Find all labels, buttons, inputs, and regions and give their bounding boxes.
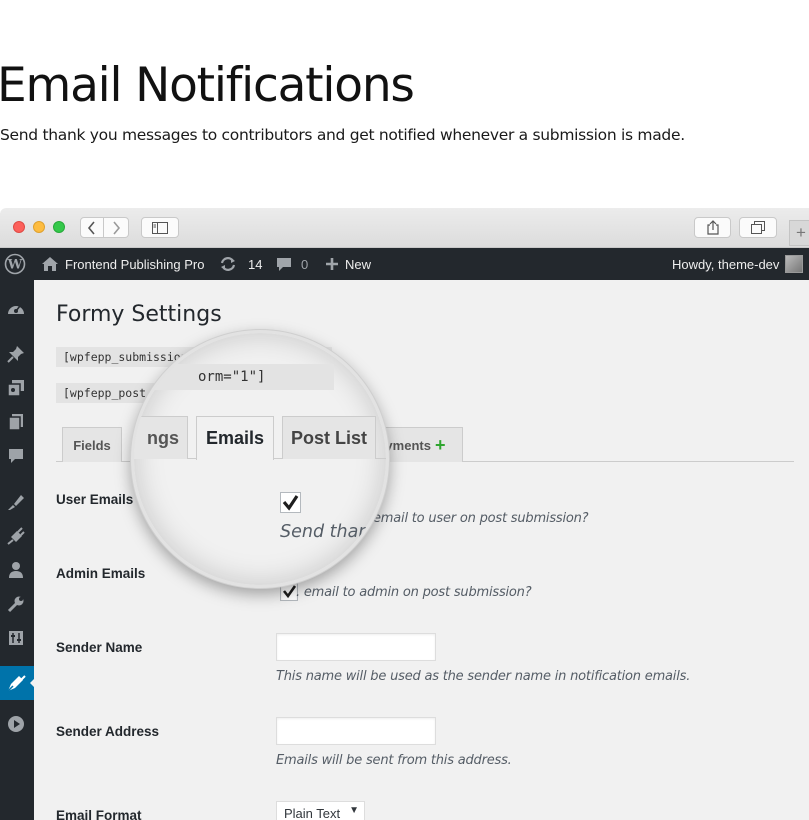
plugins-icon[interactable] [6, 526, 26, 546]
admin-sidebar [0, 280, 37, 820]
media-icon[interactable] [6, 378, 26, 398]
forward-button[interactable] [104, 217, 129, 238]
forward-icon [113, 220, 121, 235]
browser-window: + W Frontend Publishing Pro 14 0 New How… [0, 208, 809, 820]
checkmark-icon [282, 495, 299, 511]
updates-link[interactable]: 14 [219, 248, 262, 280]
pages-icon[interactable] [6, 412, 26, 432]
new-tab-icon[interactable]: + [789, 220, 809, 246]
tab-post-list-label: Post List [290, 427, 367, 448]
my-account-link[interactable]: Howdy, theme-dev [672, 248, 804, 280]
user-emails-checkbox[interactable] [280, 492, 301, 513]
wordpress-icon: W [4, 253, 26, 275]
dashboard-icon[interactable] [6, 298, 26, 318]
tab-emails[interactable]: Emails [196, 416, 274, 460]
home-icon [42, 257, 58, 271]
comments-icon[interactable] [6, 446, 26, 466]
add-plus-icon: + [434, 435, 446, 455]
formy-pen-icon[interactable] [6, 673, 26, 693]
pin-icon[interactable] [6, 344, 26, 364]
comments-link[interactable]: 0 [276, 248, 308, 280]
comments-count: 0 [301, 256, 309, 272]
user-emails-description: email to user on post submission? [373, 511, 589, 526]
sender-name-description: This name will be used as the sender nam… [276, 669, 691, 684]
back-icon [87, 220, 95, 235]
tab-settings[interactable]: ngs [134, 416, 188, 459]
svg-text:W: W [7, 258, 23, 273]
sender-name-input[interactable] [276, 633, 436, 661]
user-emails-label: User Emails [56, 492, 134, 507]
sender-address-label: Sender Address [56, 724, 160, 739]
play-icon[interactable] [6, 714, 26, 734]
appearance-icon[interactable] [6, 492, 26, 512]
email-format-select[interactable]: Plain Text ▼ [276, 801, 365, 820]
page-title: Formy Settings [56, 302, 222, 327]
minimize-window-button[interactable] [33, 221, 45, 233]
new-label: New [345, 256, 372, 272]
zoom-window-button[interactable] [53, 221, 65, 233]
updates-icon [220, 257, 236, 271]
tab-post-list[interactable]: Post List [282, 416, 376, 459]
checkmark-icon [282, 585, 297, 599]
tools-icon[interactable] [6, 594, 26, 614]
plus-icon [326, 258, 338, 270]
email-format-value: Plain Text [284, 806, 341, 820]
magnified-shortcode: orm="1"] [134, 364, 334, 390]
new-content-link[interactable]: New [325, 248, 371, 280]
sender-address-input[interactable] [276, 717, 436, 745]
site-name-label: Frontend Publishing Pro [65, 256, 205, 272]
dropdown-arrow-icon: ▼ [349, 805, 359, 816]
tab-settings-label: ngs [146, 427, 179, 448]
back-button[interactable] [80, 217, 104, 238]
site-name-link[interactable]: Frontend Publishing Pro [41, 248, 204, 280]
tabs-icon [751, 221, 765, 234]
close-window-button[interactable] [13, 221, 25, 233]
hero-subtitle: Send thank you messages to contributors … [0, 126, 685, 144]
howdy-label: Howdy, theme-dev [672, 256, 780, 272]
show-tabs-button[interactable] [739, 217, 777, 238]
share-button[interactable] [694, 217, 731, 238]
browser-toolbar: + [0, 208, 809, 248]
sidebar-icon [152, 221, 168, 234]
tab-fields-label: Fields [73, 437, 111, 453]
wp-admin-bar: W Frontend Publishing Pro 14 0 New Howdy… [0, 248, 809, 280]
email-format-label: Email Format [56, 808, 142, 820]
admin-emails-label: Admin Emails [56, 566, 146, 581]
sender-name-label: Sender Name [56, 640, 143, 655]
avatar [785, 255, 804, 273]
users-icon[interactable] [6, 560, 26, 580]
share-icon [706, 220, 719, 235]
tab-emails-label: Emails [205, 428, 265, 448]
admin-emails-description: . email to admin on post submission? [296, 585, 532, 600]
comment-icon [277, 258, 291, 271]
settings-icon[interactable] [6, 628, 26, 648]
sidebar-toggle-button[interactable] [141, 217, 179, 238]
tab-fields[interactable]: Fields [62, 427, 122, 462]
magnified-user-emails-description: Send thank y [280, 522, 389, 542]
hero-title: Email Notifications [0, 58, 415, 113]
magnifier-lens: orm="1"] ngs Emails Post List Send thank… [131, 330, 389, 588]
sender-address-description: Emails will be sent from this address. [276, 753, 512, 768]
updates-count: 14 [248, 256, 263, 272]
wordpress-logo-button[interactable]: W [4, 248, 26, 280]
